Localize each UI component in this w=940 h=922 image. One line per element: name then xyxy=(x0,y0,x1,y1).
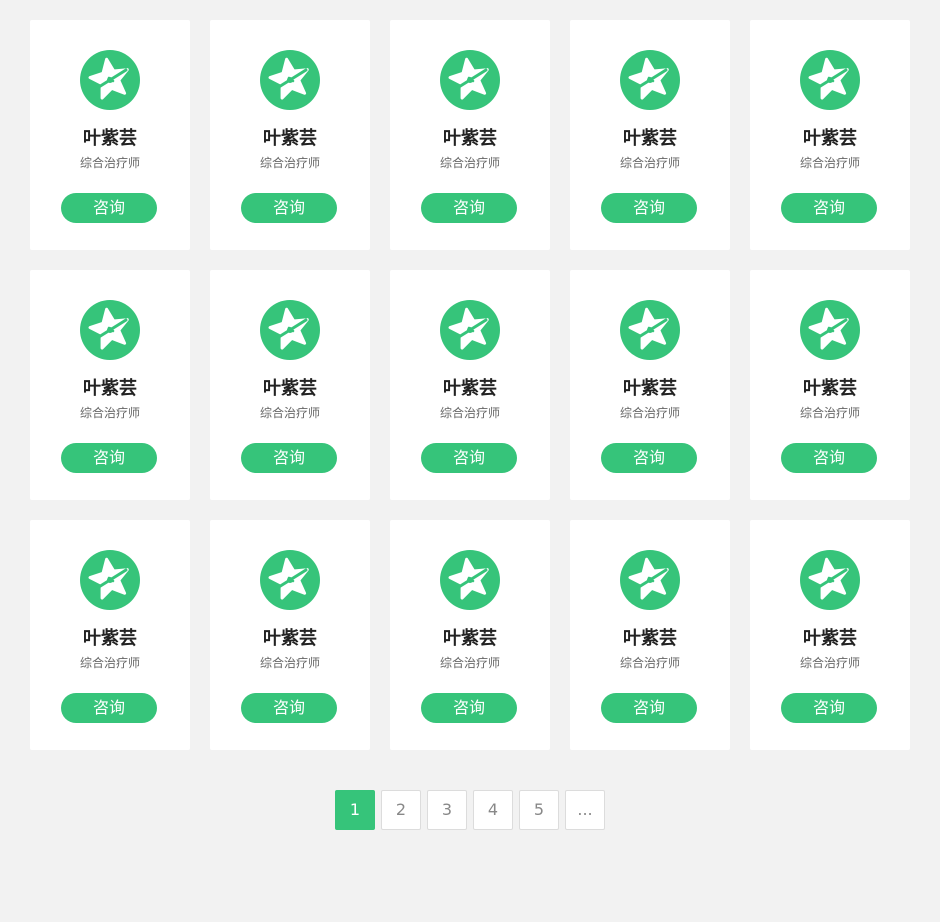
doctor-title: 综合治疗师 xyxy=(439,156,500,170)
doctor-card: 叶紫芸 综合治疗师 咨询 xyxy=(570,520,730,750)
doctor-title: 综合治疗师 xyxy=(259,656,320,670)
consult-button[interactable]: 咨询 xyxy=(781,443,877,473)
doctor-title: 综合治疗师 xyxy=(799,156,860,170)
doctor-name: 叶紫芸 xyxy=(263,128,317,149)
doctor-name: 叶紫芸 xyxy=(83,628,137,649)
star-logo-icon xyxy=(80,300,140,360)
doctor-card: 叶紫芸 综合治疗师 咨询 xyxy=(210,20,370,250)
doctor-title: 综合治疗师 xyxy=(79,656,140,670)
doctor-title: 综合治疗师 xyxy=(619,156,680,170)
doctor-card: 叶紫芸 综合治疗师 咨询 xyxy=(750,270,910,500)
star-logo-icon xyxy=(620,300,680,360)
doctor-name: 叶紫芸 xyxy=(443,378,497,399)
star-logo-icon xyxy=(800,50,860,110)
consult-button[interactable]: 咨询 xyxy=(421,443,517,473)
star-logo-icon xyxy=(80,550,140,610)
doctor-name: 叶紫芸 xyxy=(803,378,857,399)
page-5-button[interactable]: 5 xyxy=(519,790,559,830)
star-logo-icon xyxy=(800,550,860,610)
star-logo-icon xyxy=(260,300,320,360)
doctor-name: 叶紫芸 xyxy=(263,628,317,649)
page-2-button[interactable]: 2 xyxy=(381,790,421,830)
doctor-name: 叶紫芸 xyxy=(443,628,497,649)
doctor-title: 综合治疗师 xyxy=(619,406,680,420)
consult-button[interactable]: 咨询 xyxy=(241,443,337,473)
consult-button[interactable]: 咨询 xyxy=(781,193,877,223)
doctor-title: 综合治疗师 xyxy=(619,656,680,670)
consult-button[interactable]: 咨询 xyxy=(781,693,877,723)
pagination: 1 2 3 4 5 ... xyxy=(0,790,940,830)
doctor-card: 叶紫芸 综合治疗师 咨询 xyxy=(30,20,190,250)
doctor-card: 叶紫芸 综合治疗师 咨询 xyxy=(390,270,550,500)
doctor-card: 叶紫芸 综合治疗师 咨询 xyxy=(750,20,910,250)
consult-button[interactable]: 咨询 xyxy=(421,193,517,223)
doctor-card: 叶紫芸 综合治疗师 咨询 xyxy=(570,20,730,250)
doctor-card: 叶紫芸 综合治疗师 咨询 xyxy=(210,520,370,750)
page-4-button[interactable]: 4 xyxy=(473,790,513,830)
doctor-name: 叶紫芸 xyxy=(623,128,677,149)
doctor-title: 综合治疗师 xyxy=(439,406,500,420)
doctor-name: 叶紫芸 xyxy=(623,628,677,649)
doctor-card: 叶紫芸 综合治疗师 咨询 xyxy=(750,520,910,750)
doctor-card: 叶紫芸 综合治疗师 咨询 xyxy=(30,520,190,750)
consult-button[interactable]: 咨询 xyxy=(61,693,157,723)
doctor-card: 叶紫芸 综合治疗师 咨询 xyxy=(390,520,550,750)
doctor-title: 综合治疗师 xyxy=(439,656,500,670)
star-logo-icon xyxy=(440,50,500,110)
doctor-name: 叶紫芸 xyxy=(83,378,137,399)
star-logo-icon xyxy=(800,300,860,360)
consult-button[interactable]: 咨询 xyxy=(61,193,157,223)
doctor-title: 综合治疗师 xyxy=(799,656,860,670)
doctor-name: 叶紫芸 xyxy=(443,128,497,149)
consult-button[interactable]: 咨询 xyxy=(601,193,697,223)
doctor-title: 综合治疗师 xyxy=(259,406,320,420)
star-logo-icon xyxy=(80,50,140,110)
doctor-card: 叶紫芸 综合治疗师 咨询 xyxy=(570,270,730,500)
doctor-title: 综合治疗师 xyxy=(79,156,140,170)
consult-button[interactable]: 咨询 xyxy=(601,693,697,723)
page-1-button[interactable]: 1 xyxy=(335,790,375,830)
doctor-card: 叶紫芸 综合治疗师 咨询 xyxy=(30,270,190,500)
star-logo-icon xyxy=(440,550,500,610)
consult-button[interactable]: 咨询 xyxy=(421,693,517,723)
doctor-card: 叶紫芸 综合治疗师 咨询 xyxy=(210,270,370,500)
doctor-grid: 叶紫芸 综合治疗师 咨询 叶紫芸 综合治疗师 咨询 叶紫芸 综合治疗师 咨询 叶… xyxy=(30,20,910,750)
doctor-name: 叶紫芸 xyxy=(623,378,677,399)
consult-button[interactable]: 咨询 xyxy=(601,443,697,473)
star-logo-icon xyxy=(260,550,320,610)
doctor-title: 综合治疗师 xyxy=(79,406,140,420)
doctor-title: 综合治疗师 xyxy=(799,406,860,420)
star-logo-icon xyxy=(620,550,680,610)
doctor-name: 叶紫芸 xyxy=(263,378,317,399)
doctor-card: 叶紫芸 综合治疗师 咨询 xyxy=(390,20,550,250)
doctor-name: 叶紫芸 xyxy=(803,628,857,649)
page-more-button[interactable]: ... xyxy=(565,790,605,830)
star-logo-icon xyxy=(620,50,680,110)
doctor-name: 叶紫芸 xyxy=(803,128,857,149)
doctor-name: 叶紫芸 xyxy=(83,128,137,149)
star-logo-icon xyxy=(260,50,320,110)
consult-button[interactable]: 咨询 xyxy=(241,193,337,223)
consult-button[interactable]: 咨询 xyxy=(61,443,157,473)
doctor-title: 综合治疗师 xyxy=(259,156,320,170)
consult-button[interactable]: 咨询 xyxy=(241,693,337,723)
star-logo-icon xyxy=(440,300,500,360)
page-3-button[interactable]: 3 xyxy=(427,790,467,830)
